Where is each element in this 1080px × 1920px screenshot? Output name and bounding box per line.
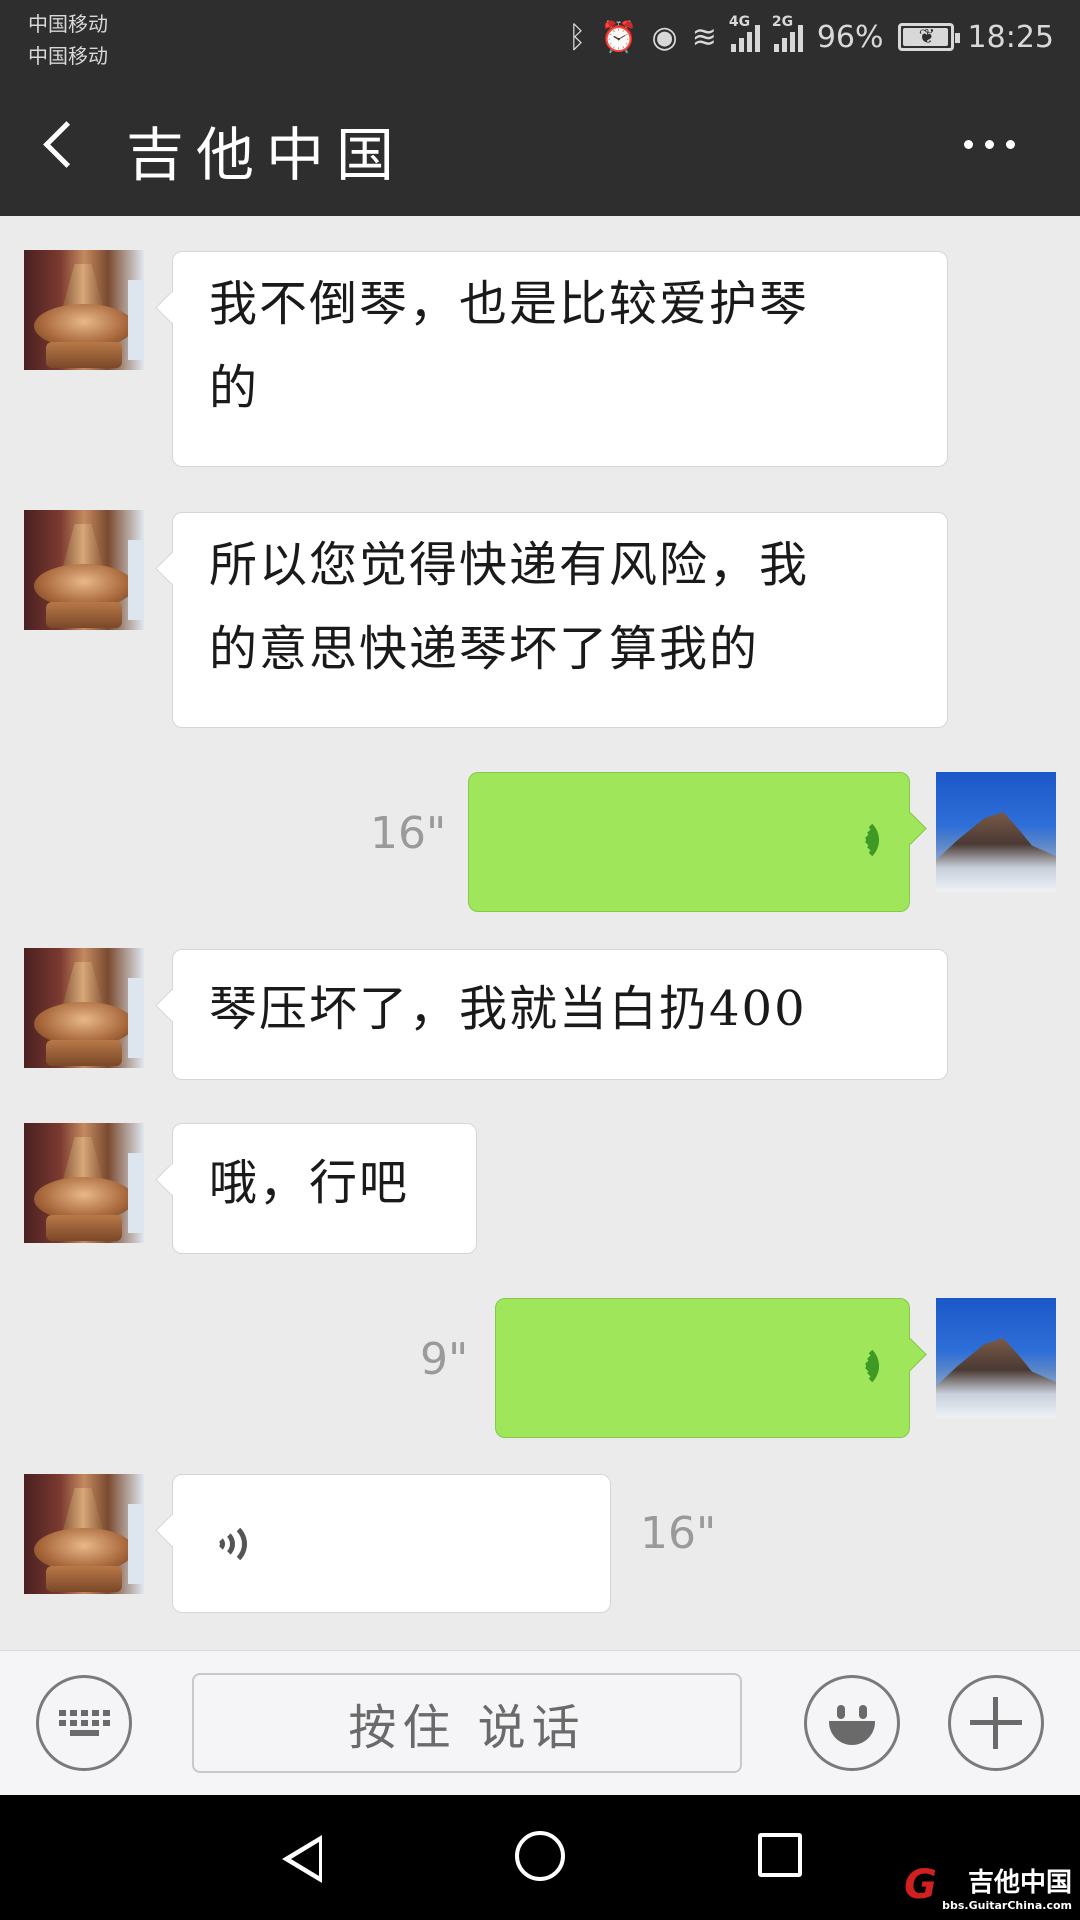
voice-message-incoming[interactable] — [172, 1474, 611, 1613]
status-bar: 中国移动 中国移动 ᛒ ⏰ ◉ ≋ 4G 2G 96% ❦ 18:25 — [0, 0, 1080, 78]
contact-avatar[interactable] — [24, 510, 144, 630]
message-text: 哦，行吧 — [209, 1155, 410, 1211]
message-bubble-incoming[interactable]: 我不倒琴，也是比较爱护琴 的 — [172, 251, 948, 467]
guitar-logo-icon: G — [904, 1862, 937, 1908]
message-text: 所以您觉得快递有风险，我 — [209, 537, 810, 593]
voice-message-outgoing[interactable] — [468, 772, 910, 912]
watermark-title: 吉他中国 — [967, 1868, 1072, 1898]
keyboard-icon — [58, 1710, 110, 1736]
wifi-icon: ≋ — [691, 19, 717, 55]
my-avatar[interactable] — [936, 772, 1056, 892]
voice-message-outgoing[interactable] — [495, 1298, 910, 1438]
signal-icon-2: 2G — [772, 14, 803, 52]
signal-icon-1: 4G — [729, 14, 760, 52]
carrier-1: 中国移动 — [28, 12, 108, 36]
battery-icon: ❦ — [897, 23, 960, 51]
carrier-2: 中国移动 — [28, 44, 108, 68]
my-avatar[interactable] — [936, 1298, 1056, 1418]
more-functions-button[interactable] — [948, 1675, 1044, 1771]
input-bar: 按住 说话 — [0, 1650, 1080, 1795]
status-icons: ᛒ ⏰ ◉ ≋ 4G 2G 96% ❦ 18:25 — [568, 14, 1054, 60]
more-options-icon[interactable] — [964, 124, 1030, 164]
smiley-icon — [827, 1701, 877, 1745]
network-type-2: 2G — [771, 14, 794, 30]
nav-recents-icon[interactable] — [758, 1833, 802, 1877]
eye-icon: ◉ — [651, 19, 678, 55]
hold-to-talk-button[interactable]: 按住 说话 — [192, 1673, 742, 1773]
watermark: G 吉他中国 bbs.GuitarChina.com — [904, 1862, 1072, 1912]
battery-percent: 96% — [816, 19, 884, 55]
nav-home-icon[interactable] — [515, 1831, 565, 1881]
voice-duration: 16" — [370, 808, 447, 859]
back-arrow-icon[interactable] — [38, 114, 88, 178]
voice-wave-icon — [827, 1339, 879, 1393]
contact-avatar[interactable] — [24, 948, 144, 1068]
carrier-labels: 中国移动 中国移动 — [28, 8, 108, 72]
message-bubble-incoming[interactable]: 所以您觉得快递有风险，我 的意思快递琴坏了算我的 — [172, 512, 948, 728]
bluetooth-icon: ᛒ — [568, 19, 587, 55]
contact-avatar[interactable] — [24, 1474, 144, 1594]
contact-avatar[interactable] — [24, 1123, 144, 1243]
message-text: 我不倒琴，也是比较爱护琴 — [209, 276, 810, 332]
voice-duration: 16" — [640, 1508, 717, 1559]
message-bubble-incoming[interactable]: 琴压坏了，我就当白扔400 — [172, 949, 948, 1080]
chat-title: 吉他中国 — [126, 121, 407, 189]
voice-wave-icon — [827, 813, 879, 867]
title-bar: 吉他中国 — [0, 78, 1080, 216]
alarm-icon: ⏰ — [600, 19, 638, 55]
plus-icon — [970, 1697, 1022, 1749]
message-text: 琴压坏了，我就当白扔400 — [209, 981, 807, 1037]
clock: 18:25 — [967, 19, 1054, 55]
emoji-button[interactable] — [804, 1675, 900, 1771]
nav-back-icon[interactable] — [282, 1835, 322, 1883]
message-text: 的 — [209, 360, 260, 416]
contact-avatar[interactable] — [24, 250, 144, 370]
leaf-icon: ❦ — [918, 24, 936, 48]
voice-duration: 9" — [420, 1334, 469, 1385]
voice-wave-icon — [209, 1517, 253, 1571]
watermark-url: bbs.GuitarChina.com — [942, 1899, 1072, 1912]
message-text: 的意思快递琴坏了算我的 — [209, 621, 760, 677]
message-bubble-incoming[interactable]: 哦，行吧 — [172, 1123, 477, 1254]
keyboard-toggle-button[interactable] — [36, 1675, 132, 1771]
network-type-1: 4G — [728, 14, 751, 30]
